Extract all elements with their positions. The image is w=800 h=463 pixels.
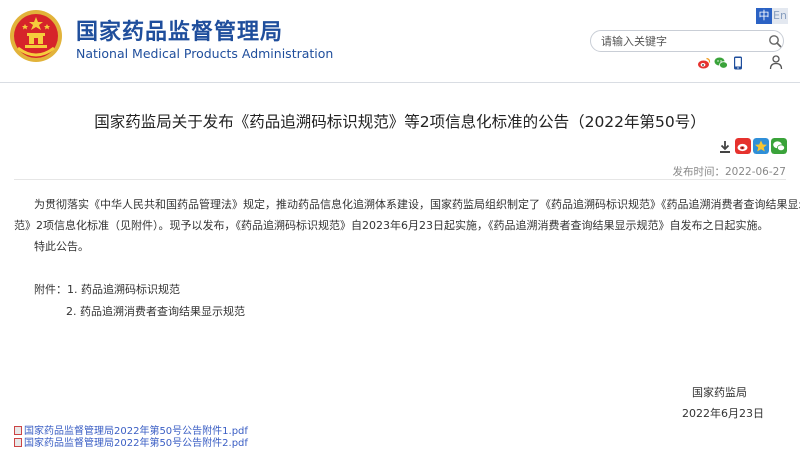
search-box bbox=[590, 30, 784, 52]
lang-switch-en[interactable]: En bbox=[772, 8, 788, 24]
site-name-en[interactable]: National Medical Products Administration bbox=[76, 46, 333, 61]
lang-switch-zh[interactable]: 中 bbox=[756, 8, 772, 24]
publish-date-label: 发布时间： bbox=[672, 166, 725, 178]
attachment-item: 2. 药品追溯消费者查询结果显示规范 bbox=[66, 305, 245, 318]
date-divider bbox=[14, 179, 786, 180]
publish-date: 发布时间：2022-06-27 bbox=[672, 164, 786, 179]
pdf-file-icon bbox=[14, 438, 22, 447]
download-icon[interactable] bbox=[718, 140, 732, 154]
article-paragraph: 特此公告。 bbox=[34, 240, 89, 253]
user-icon[interactable] bbox=[769, 55, 783, 70]
search-icon[interactable] bbox=[768, 34, 782, 48]
article-paragraph: 范》2项信息化标准（见附件）。现予以发布，《药品追溯码标识规范》自2023年6月… bbox=[14, 219, 769, 232]
site-header: 国家药品监督管理局 National Medical Products Admi… bbox=[0, 0, 800, 82]
wechat-icon[interactable] bbox=[714, 56, 728, 70]
header-divider bbox=[0, 82, 800, 83]
search-input[interactable] bbox=[601, 33, 751, 49]
qzone-share-icon[interactable] bbox=[753, 138, 769, 154]
publish-date-value: 2022-06-27 bbox=[724, 166, 786, 178]
wechat-share-icon[interactable] bbox=[771, 138, 787, 154]
national-emblem-icon[interactable] bbox=[8, 8, 64, 64]
site-name-cn[interactable]: 国家药品监督管理局 bbox=[76, 14, 283, 46]
attachment-file-name: 国家药品监督管理局2022年第50号公告附件2.pdf bbox=[24, 438, 248, 449]
attachment-item: 1. 药品追溯码标识规范 bbox=[67, 283, 180, 296]
attachment-list: 附件：1. 药品追溯码标识规范 bbox=[34, 281, 180, 297]
article-title: 国家药监局关于发布《药品追溯码标识规范》等2项信息化标准的公告（2022年第50… bbox=[94, 113, 706, 131]
signature: 国家药监局 bbox=[692, 386, 747, 399]
app-icon[interactable] bbox=[731, 56, 745, 70]
attachment-file-link[interactable]: 国家药品监督管理局2022年第50号公告附件2.pdf bbox=[14, 434, 248, 449]
article-paragraph: 为贯彻落实《中华人民共和国药品管理法》规定，推动药品信息化追溯体系建设，国家药监… bbox=[34, 198, 800, 211]
weibo-icon[interactable] bbox=[697, 56, 711, 70]
weibo-share-icon[interactable] bbox=[735, 138, 751, 154]
attachments-label: 附件： bbox=[34, 283, 67, 296]
signature-date: 2022年6月23日 bbox=[682, 407, 764, 420]
